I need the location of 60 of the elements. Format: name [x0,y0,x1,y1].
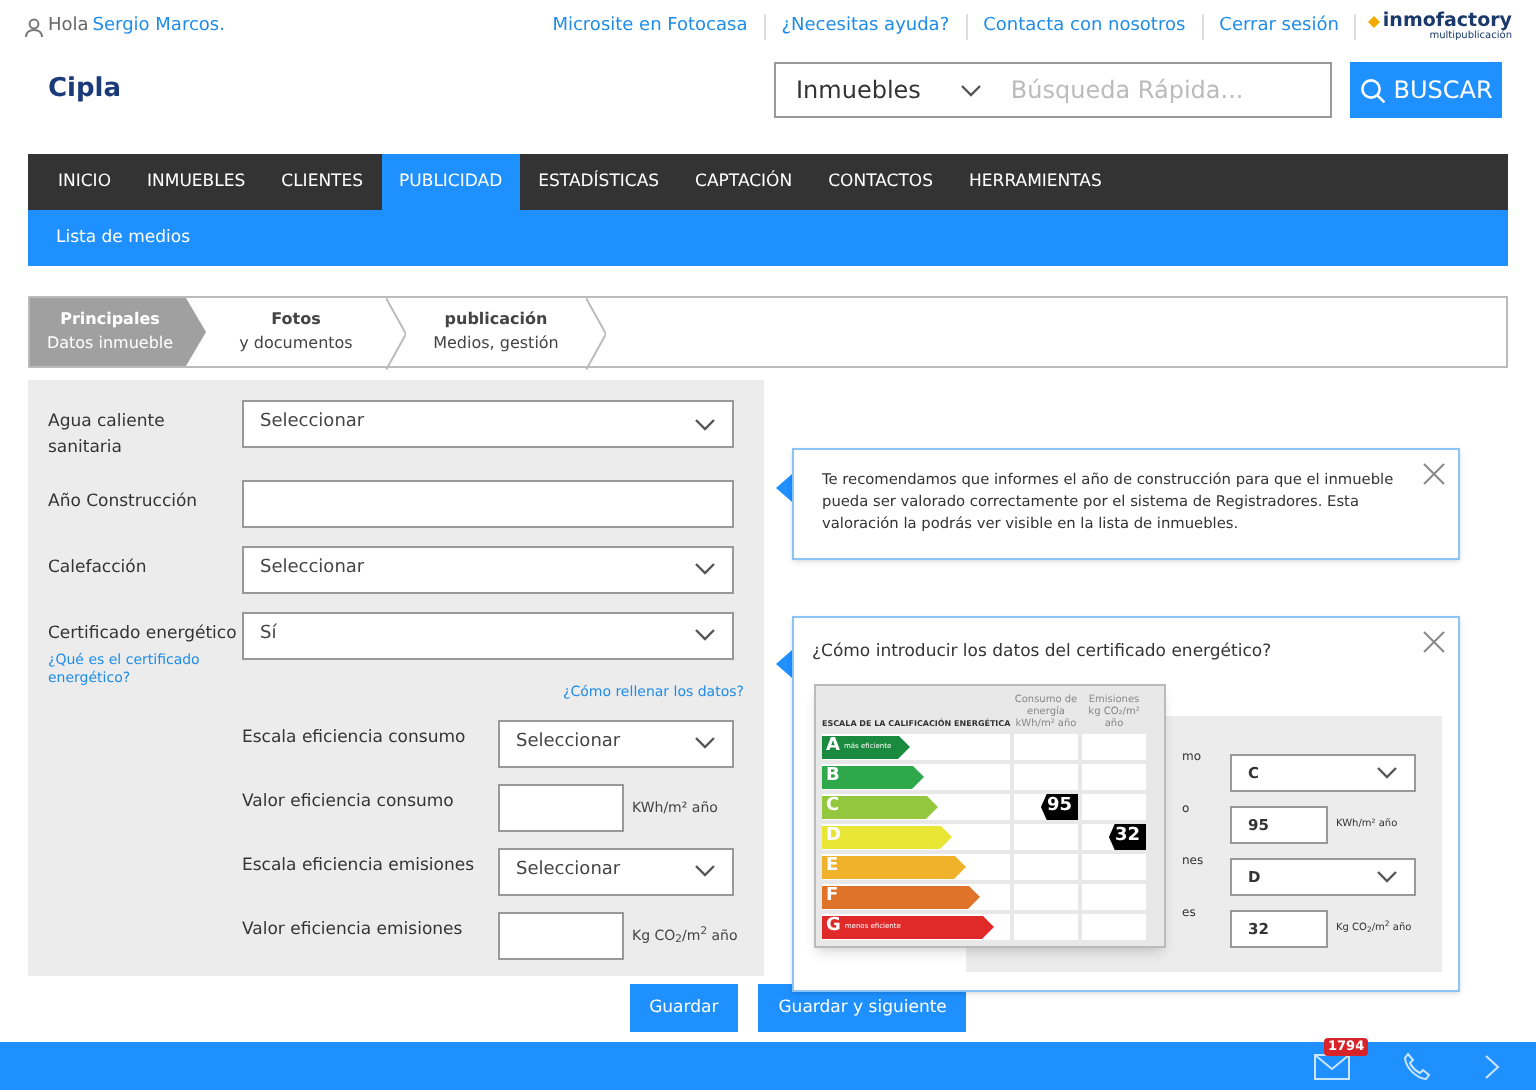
popup-title: ¿Cómo introducir los datos del certificado energético? [812,640,1272,666]
nav-tab[interactable]: CONTACTOS [810,154,952,210]
nav-tab[interactable]: CAPTACIÓN [677,154,811,210]
field-label: Escala eficiencia consumo [242,725,468,752]
header-link[interactable]: Contacta con nosotros [967,13,1204,41]
field-label: Calefacción [48,555,149,581]
field-label: Valor eficiencia emisiones [242,917,465,944]
select-field[interactable]: Seleccionar [242,545,734,593]
header-link[interactable]: ¿Necesitas ayuda? [765,13,968,41]
step-tab[interactable]: publicación Medios, gestión [406,298,586,366]
grade-letter: E [826,853,839,880]
input-field[interactable] [498,911,624,960]
close-icon[interactable] [1422,630,1446,654]
select-field[interactable]: Seleccionar [498,719,734,768]
grade-letter: B [826,763,840,790]
chevron-down-icon [694,417,716,431]
category-select[interactable]: Inmuebles [776,72,1003,108]
field-label: Agua caliente sanitaria [48,410,167,461]
grade-letter: A [826,733,840,760]
header-link[interactable]: Cerrar sesión [1203,13,1357,41]
chevron-down-icon [694,628,716,642]
chevron-down-icon [694,562,716,576]
greeting-text: Hola [48,13,89,40]
chevron-down-icon [694,736,716,751]
chevron-down-icon [960,83,983,97]
field-label: Año Construcción [48,489,200,515]
field-label: Certificado energético [48,621,239,647]
header-link[interactable]: Microsite en Fotocasa [536,13,766,41]
mail-icon[interactable] [1314,1053,1350,1079]
grade-letter: G [826,913,841,940]
grade-letter: D [826,823,841,850]
chevron-right-icon[interactable] [1484,1053,1500,1079]
value-tag: 95 [1040,793,1078,821]
nav-tab[interactable]: HERRAMIENTAS [951,154,1120,210]
search-field[interactable]: Inmuebles Búsqueda Rápida... [774,62,1332,118]
field-label: Valor eficiencia consumo [242,789,456,816]
chevron-down-icon [1376,870,1398,884]
user-icon [24,17,44,37]
nav-tab[interactable]: INICIO [40,154,130,210]
select-field[interactable]: Sí [242,611,734,659]
logo: Cipla [48,72,122,109]
step-tab[interactable]: Fotos y documentos [206,298,386,366]
field-label: Escala eficiencia emisiones [242,853,477,880]
nav-tab[interactable]: INMUEBLES [129,154,264,210]
search-icon [1359,77,1386,103]
chevron-down-icon [1376,766,1398,780]
select-field[interactable]: Seleccionar [498,847,734,896]
search-input[interactable]: Búsqueda Rápida... [1002,72,1330,108]
nav-tab[interactable]: ESTADÍSTICAS [520,154,678,210]
user-link[interactable]: Sergio Marcos. [92,13,225,41]
grade-letter: C [826,793,840,820]
select-field[interactable]: Seleccionar [242,400,734,448]
input-field[interactable] [498,783,624,832]
input-field[interactable] [242,479,734,527]
grade-letter: F [826,883,839,910]
value-tag: 32 [1108,823,1146,851]
chevron-down-icon [694,864,716,879]
phone-icon[interactable] [1402,1051,1432,1081]
nav-tab[interactable]: CLIENTES [263,154,382,210]
close-icon[interactable] [1422,462,1446,486]
